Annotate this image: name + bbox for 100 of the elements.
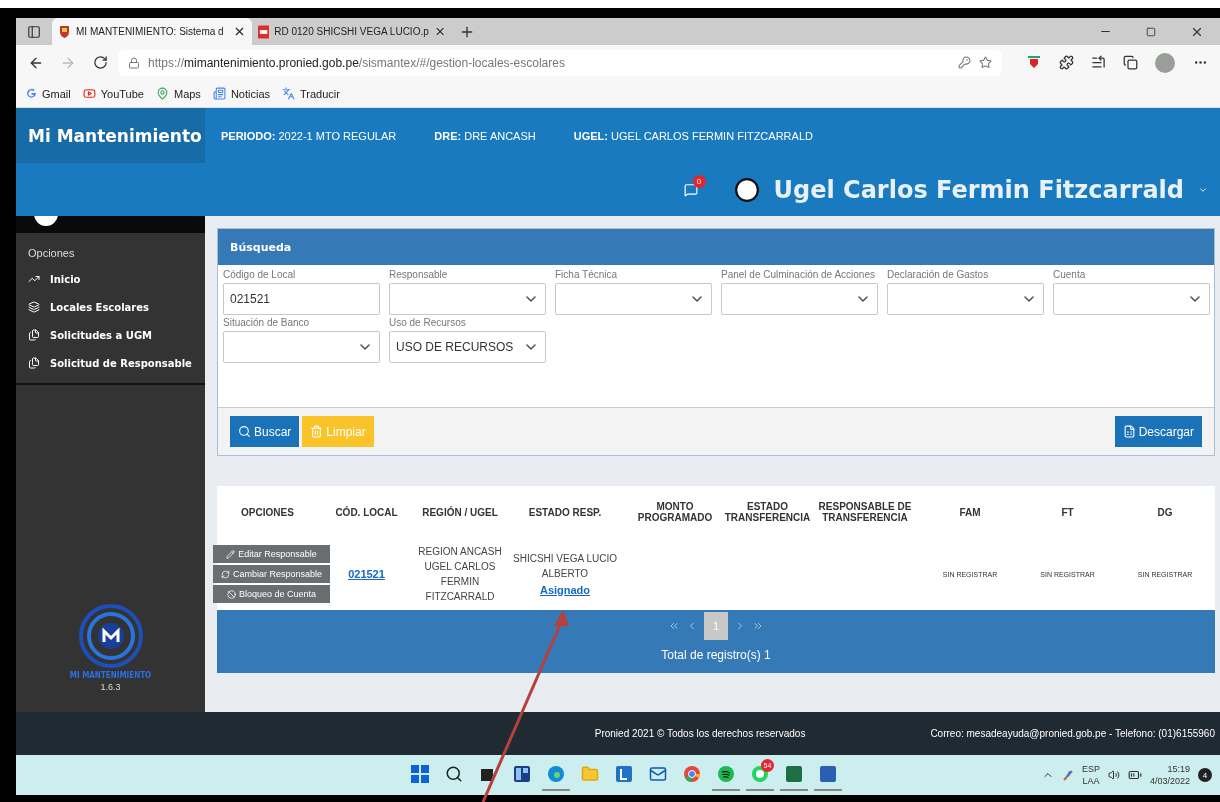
browser-tab[interactable]: RD 0120 SHICSHI VEGA LUCIO.p [252,18,452,45]
windows-icon[interactable] [411,765,429,783]
browser-icon[interactable] [547,765,565,783]
panel-title: Búsqueda [218,229,1214,265]
logo-text: MI MANTENIMIENTO [69,671,152,680]
close-icon[interactable] [433,25,446,38]
tab-title: MI MANTENIMIENTO: Sistema d [76,26,225,37]
select-field[interactable] [1053,283,1210,315]
copyright-text: Pronied 2021 © Todos los derechos reservados [594,728,806,739]
ban-icon [226,589,236,599]
layers-icon [28,301,40,313]
column-header: RESPONSABLE DE TRANSFERENCIA [817,500,913,525]
bookmark[interactable]: Traducir [282,87,340,100]
sidebar-item[interactable]: Solicitudes a UGM [16,321,205,349]
notification-badge: 0 [692,174,706,188]
column-header: MONTO PROGRAMADO [636,500,714,525]
select-field[interactable] [555,283,712,315]
battery-icon[interactable] [1127,768,1142,782]
profile-icon[interactable] [1155,52,1175,73]
table-cell-text: SHICSHI VEGA LUCIO ALBERTO [512,551,618,581]
field-label: Cuenta [1053,270,1087,282]
address-bar[interactable]: https://mimantenimiento.pronied.gob.pe/sismantex/#/gestion-locales-escolares [118,49,1002,76]
local-code-link[interactable]: 021521 [348,566,385,582]
copy-icon [28,329,40,341]
extensions-icon[interactable] [1058,55,1074,70]
version-text: 1.6.3 [100,682,121,692]
option-button[interactable]: Bloqueo de Cuenta [213,585,330,603]
user-icon [733,176,760,203]
field-label: Situación de Banco [223,318,311,330]
user-name[interactable]: Ugel Carlos Fermin Fitzcarrald [773,175,1184,204]
bookmark[interactable]: Gmail [26,87,71,100]
field-label: Uso de Recursos [389,318,467,330]
lock-icon [128,56,140,69]
column-header: OPCIONES [240,505,295,520]
trend-icon [28,273,40,285]
pencil-icon [226,549,236,559]
volume-icon[interactable] [1107,769,1120,781]
header-info: PERIODO: 2022-1 MTO REGULAR [221,129,397,142]
status-link[interactable]: Asignado [539,582,591,598]
last-page-icon[interactable] [752,620,764,632]
select-field[interactable]: USO DE RECURSOS [389,331,546,363]
clock[interactable]: 15:19 4/03/2022 [1149,763,1190,787]
square-icon[interactable] [480,766,496,782]
trash-icon [310,425,324,438]
tab-actions-icon[interactable] [27,24,41,39]
field-label: Panel de Culminación de Acciones [721,270,876,282]
sidebar-section-title: Opciones [27,246,76,261]
bookmark[interactable]: YouTube [82,87,144,100]
favorite-icon[interactable] [979,56,992,69]
bookmark[interactable]: Noticias [212,87,270,100]
logo-icon [77,603,144,669]
first-page-icon[interactable] [668,620,680,632]
contact-text: Correo: mesadeayuda@pronied.gob.pe - Telefono: (01)6155960 [930,728,1215,739]
search-button[interactable]: Buscar [230,416,300,447]
bookmark[interactable]: Maps [155,87,201,100]
notification-count[interactable]: 4 [1198,768,1212,782]
column-header: FT [1060,505,1075,520]
search-icon[interactable] [445,765,463,783]
column-header: REGIÓN / UGEL [421,505,499,520]
refresh-icon [220,569,230,579]
option-button[interactable]: Editar Responsable [213,545,330,563]
newspaper-icon [212,87,226,100]
browser-tab[interactable]: MI MANTENIMIENTO: Sistema d [52,18,252,45]
chrome-icon[interactable] [683,765,701,783]
chat-icon[interactable] [751,765,769,783]
input-field[interactable]: 021521 [223,283,380,315]
header-info: UGEL: UGEL CARLOS FERMIN FITZCARRALD [573,129,813,142]
field-label: Código de Local [223,270,297,282]
sidebar-item[interactable]: Locales Escolares [16,293,205,321]
crest-icon [58,25,71,38]
spreadsheet-icon[interactable] [785,765,803,783]
feather-icon[interactable] [1061,769,1074,781]
google-icon [26,88,37,99]
mail-icon[interactable] [649,765,667,783]
field-label: Ficha Técnica [555,270,619,282]
field-label: Declaración de Gastos [887,270,990,282]
reload-icon[interactable] [92,55,108,70]
map-pin-icon [155,87,169,100]
close-icon[interactable] [233,25,246,38]
sidebar-item[interactable]: Solicitud de Responsable [16,349,205,377]
document-icon[interactable] [819,765,837,783]
download-button[interactable]: Descargar [1114,416,1202,447]
shield-icon[interactable] [1028,55,1040,70]
select-field[interactable] [223,331,380,363]
column-header: ESTADO RESP. [527,505,603,520]
select-field[interactable] [887,283,1044,315]
restore-icon[interactable] [1146,26,1156,37]
sidebar-item[interactable]: Inicio [16,265,205,293]
collections-icon[interactable] [1122,55,1138,70]
select-field[interactable] [389,283,546,315]
favorites-icon[interactable] [1090,55,1106,70]
layout-icon[interactable] [513,765,531,783]
l-icon[interactable] [615,765,633,783]
total-records: Total de registro(s) 1 [661,648,771,662]
language-indicator[interactable]: ESP LAA [1081,763,1100,787]
select-field[interactable] [721,283,878,315]
option-button[interactable]: Cambiar Responsable [213,565,330,583]
music-icon[interactable] [717,765,735,783]
key-icon[interactable] [958,56,971,69]
chat-icon[interactable] [683,182,698,197]
